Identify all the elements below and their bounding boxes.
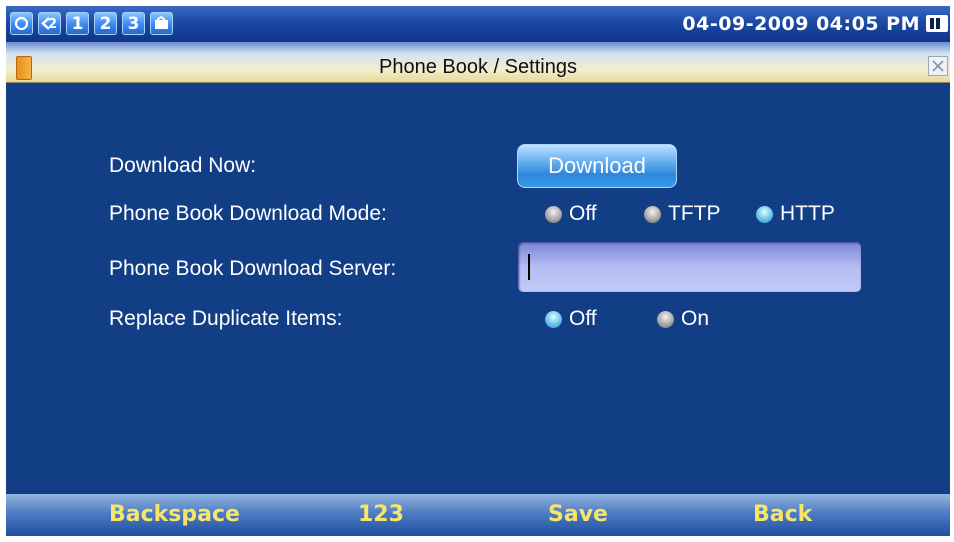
download-server-label: Phone Book Download Server: xyxy=(109,257,397,280)
back-softkey[interactable]: Back xyxy=(753,497,812,533)
status-bar: 2 1 2 3 04-09-2009 04:05 PM xyxy=(6,6,950,42)
account-2-icon: 2 xyxy=(94,12,117,35)
radio-label: HTTP xyxy=(780,202,835,225)
download-mode-off-radio[interactable]: Off xyxy=(545,202,597,226)
input-mode-softkey[interactable]: 123 xyxy=(358,497,404,533)
radio-selected-icon xyxy=(756,205,773,223)
radio-label: Off xyxy=(569,307,597,330)
radio-selected-icon xyxy=(545,310,562,328)
refresh-icon xyxy=(10,12,33,35)
title-bar: Phone Book / Settings xyxy=(6,42,950,83)
status-datetime: 04-09-2009 04:05 PM xyxy=(682,13,920,35)
save-softkey[interactable]: Save xyxy=(548,497,608,533)
download-mode-label: Phone Book Download Mode: xyxy=(109,202,387,225)
replace-duplicates-label: Replace Duplicate Items: xyxy=(109,307,343,330)
download-now-label: Download Now: xyxy=(109,154,257,177)
radio-unselected-icon xyxy=(644,205,661,223)
page-title: Phone Book / Settings xyxy=(379,56,577,78)
phone-screen: 2 1 2 3 04-09-2009 04:05 PM Phone Book /… xyxy=(6,6,950,536)
close-icon[interactable] xyxy=(928,56,948,76)
replace-duplicates-off-radio[interactable]: Off xyxy=(545,307,597,331)
replace-duplicates-on-radio[interactable]: On xyxy=(657,307,709,331)
radio-label: Off xyxy=(569,202,597,225)
download-server-input[interactable] xyxy=(518,242,861,292)
radio-unselected-icon xyxy=(545,205,562,223)
line2-icon: 2 xyxy=(38,12,61,35)
download-button[interactable]: Download xyxy=(517,144,677,188)
battery-icon xyxy=(926,15,948,32)
softkey-bar: Backspace 123 Save Back xyxy=(6,494,950,536)
backspace-softkey[interactable]: Backspace xyxy=(109,497,240,533)
radio-label: On xyxy=(681,307,710,330)
account-1-icon: 1 xyxy=(66,12,89,35)
download-mode-tftp-radio[interactable]: TFTP xyxy=(644,202,721,226)
text-caret xyxy=(528,254,530,280)
message-icon xyxy=(150,12,173,35)
radio-unselected-icon xyxy=(657,310,674,328)
radio-label: TFTP xyxy=(668,202,721,225)
account-3-icon: 3 xyxy=(122,12,145,35)
download-mode-http-radio[interactable]: HTTP xyxy=(756,202,835,226)
